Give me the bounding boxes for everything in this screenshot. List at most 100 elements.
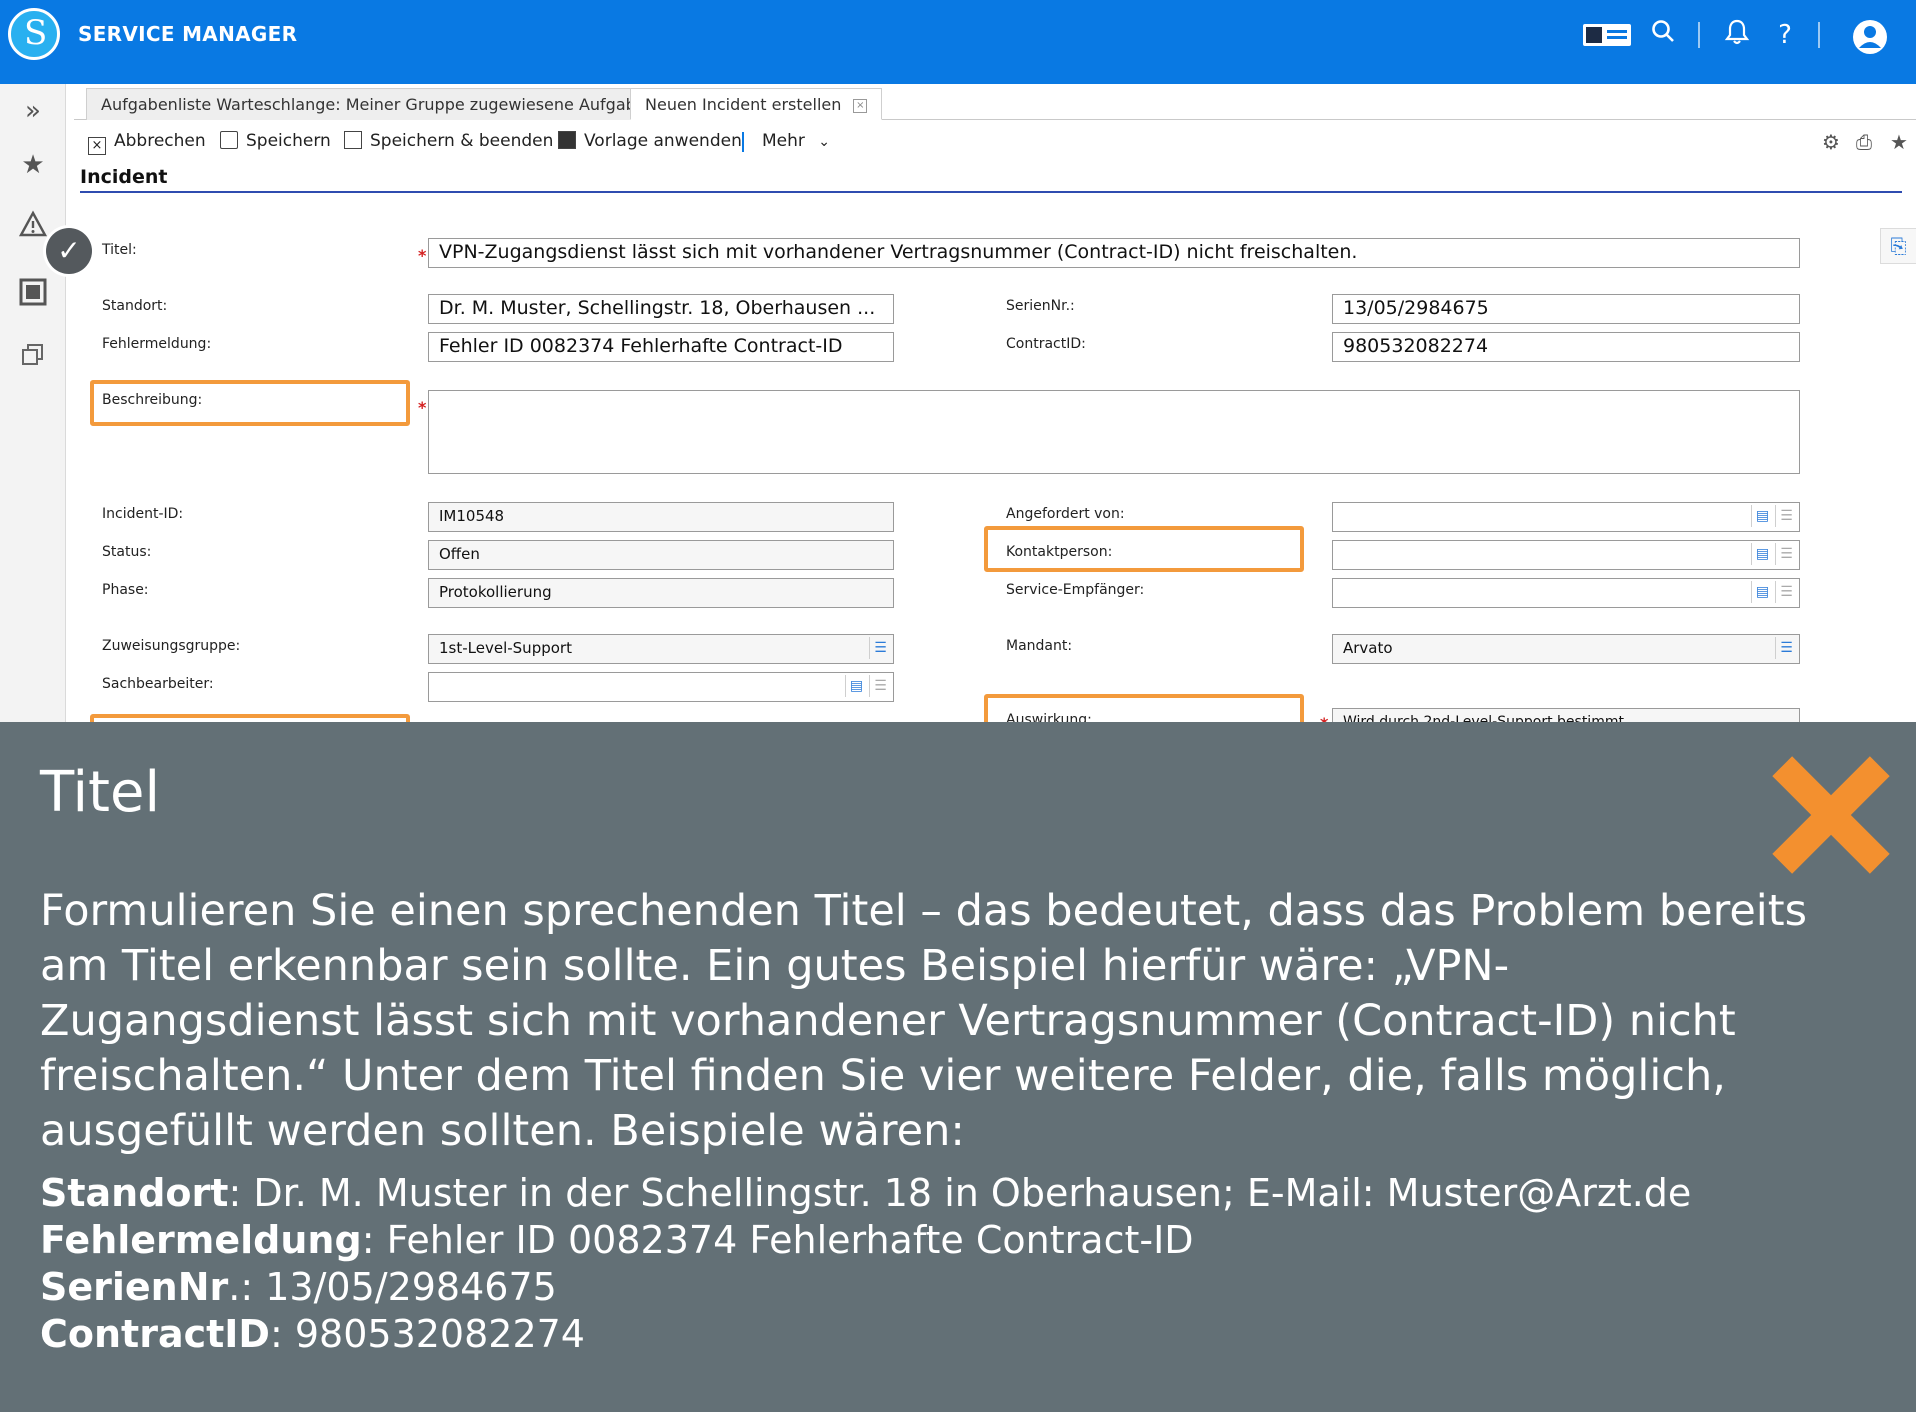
- title-field[interactable]: VPN-Zugangsdienst lässt sich mit vorhand…: [428, 238, 1800, 268]
- status-field: Offen: [428, 540, 894, 570]
- search-document-icon[interactable]: ⎘: [1880, 228, 1916, 264]
- detail-line-location: Standort: Dr. M. Muster in der Schelling…: [40, 1170, 1691, 1217]
- tenant-field[interactable]: Arvato ☰: [1332, 634, 1800, 664]
- app-logo[interactable]: S: [8, 8, 60, 60]
- incident-id-label: Incident-ID:: [102, 506, 184, 522]
- contact-field[interactable]: ▤ ☰: [1332, 540, 1800, 570]
- print-icon[interactable]: ⎙: [1856, 130, 1872, 154]
- tenant-value: Arvato: [1343, 639, 1393, 657]
- detail-key: Standort: [40, 1171, 229, 1215]
- cancel-label: Abbrechen: [114, 131, 206, 151]
- assignee-label: Sachbearbeiter:: [102, 676, 214, 692]
- expand-icon[interactable]: »: [18, 96, 48, 126]
- lookup-icon[interactable]: ▤: [845, 675, 867, 697]
- template-icon: [558, 131, 576, 149]
- overlay-body: Formulieren Sie einen sprechenden Titel …: [40, 886, 1808, 1156]
- save-icon: [220, 131, 238, 149]
- template-label: Vorlage anwenden: [584, 131, 742, 151]
- user-icon[interactable]: [1850, 18, 1890, 65]
- list-icon[interactable]: ☰: [869, 675, 891, 697]
- tenant-label: Mandant:: [1006, 638, 1073, 654]
- detail-separator: :: [228, 1171, 254, 1215]
- save-button[interactable]: Speichern: [220, 128, 331, 154]
- warning-icon[interactable]: [18, 210, 48, 240]
- close-tab-icon[interactable]: ×: [853, 98, 868, 113]
- phase-field: Protokollierung: [428, 578, 894, 608]
- copy-icon[interactable]: [18, 342, 48, 372]
- chevron-down-icon: ⌄: [818, 134, 831, 150]
- recipient-field[interactable]: ▤ ☰: [1332, 578, 1800, 608]
- save-close-button[interactable]: Speichern & beenden: [344, 128, 553, 154]
- app-title: SERVICE MANAGER: [78, 22, 298, 46]
- close-icon[interactable]: [1768, 752, 1894, 878]
- toolbar: × Abbrechen Speichern Speichern & beenden…: [74, 122, 1916, 160]
- detail-separator: :: [269, 1312, 295, 1356]
- detail-line-serial: SerienNr.: 13/05/2984675: [40, 1264, 1691, 1311]
- more-label: Mehr: [762, 131, 805, 151]
- incident-id-field: IM10548: [428, 502, 894, 532]
- tab-new-incident[interactable]: Neuen Incident erstellen ×: [630, 88, 883, 120]
- save-close-icon: [344, 131, 362, 149]
- description-label: Beschreibung:: [102, 392, 203, 408]
- list-icon[interactable]: ☰: [1775, 543, 1797, 565]
- overlay-details: Standort: Dr. M. Muster in der Schelling…: [40, 1170, 1691, 1358]
- location-field[interactable]: Dr. M. Muster, Schellingstr. 18, Oberhau…: [428, 294, 894, 324]
- left-rail: » ★: [0, 84, 66, 724]
- save-close-label: Speichern & beenden: [370, 131, 554, 151]
- status-label: Status:: [102, 544, 152, 560]
- phase-label: Phase:: [102, 582, 149, 598]
- id-card-icon[interactable]: [1582, 22, 1632, 56]
- detail-key: SerienNr: [40, 1265, 229, 1309]
- error-field[interactable]: Fehler ID 0082374 Fehlerhafte Contract-I…: [428, 332, 894, 362]
- favorite-icon[interactable]: ★: [1890, 130, 1908, 154]
- frame-icon[interactable]: [18, 278, 48, 308]
- serial-field[interactable]: 13/05/2984675: [1332, 294, 1800, 324]
- contract-field[interactable]: 980532082274: [1332, 332, 1800, 362]
- lookup-icon[interactable]: ▤: [1751, 581, 1773, 603]
- cancel-icon: ×: [88, 137, 106, 155]
- detail-line-contract: ContractID: 980532082274: [40, 1311, 1691, 1358]
- description-field[interactable]: [428, 390, 1800, 474]
- logo-glyph: S: [24, 13, 48, 53]
- location-label: Standort:: [102, 298, 168, 314]
- detail-line-error: Fehlermeldung: Fehler ID 0082374 Fehlerh…: [40, 1217, 1691, 1264]
- help-icon[interactable]: ?: [1770, 18, 1800, 52]
- requested-by-label: Angefordert von:: [1006, 506, 1125, 522]
- tab-label: Neuen Incident erstellen: [645, 95, 842, 114]
- detail-separator: .:: [228, 1265, 266, 1309]
- group-label: Zuweisungsgruppe:: [102, 638, 241, 654]
- filter-icon[interactable]: ⚙: [1822, 130, 1840, 154]
- list-icon[interactable]: ☰: [1775, 505, 1797, 527]
- detail-key: ContractID: [40, 1312, 270, 1356]
- requested-by-field[interactable]: ▤ ☰: [1332, 502, 1800, 532]
- more-button[interactable]: Mehr ⌄: [762, 128, 830, 154]
- list-icon[interactable]: ☰: [869, 637, 891, 659]
- group-field[interactable]: 1st-Level-Support ☰: [428, 634, 894, 664]
- tab-task-list[interactable]: Aufgabenliste Warteschlange: Meiner Grup…: [86, 88, 671, 120]
- title-label: Titel:: [102, 242, 137, 258]
- search-icon[interactable]: [1648, 18, 1678, 53]
- error-label: Fehlermeldung:: [102, 336, 212, 352]
- cancel-button[interactable]: × Abbrechen: [88, 128, 206, 155]
- check-icon[interactable]: ✓: [46, 228, 92, 274]
- lookup-icon[interactable]: ▤: [1751, 543, 1773, 565]
- tab-bar: Aufgabenliste Warteschlange: Meiner Grup…: [74, 88, 1916, 120]
- toolbar-separator: [742, 132, 744, 152]
- detail-value: Fehler ID 0082374 Fehlerhafte Contract-I…: [386, 1218, 1194, 1262]
- assignee-field[interactable]: ▤ ☰: [428, 672, 894, 702]
- list-icon[interactable]: ☰: [1775, 637, 1797, 659]
- recipient-label: Service-Empfänger:: [1006, 582, 1145, 598]
- detail-key: Fehlermeldung: [40, 1218, 362, 1262]
- apply-template-button[interactable]: Vorlage anwenden: [558, 128, 742, 154]
- bell-icon[interactable]: [1722, 18, 1752, 55]
- lookup-icon[interactable]: ▤: [1751, 505, 1773, 527]
- overlay-title: Titel: [40, 760, 161, 825]
- list-icon[interactable]: ☰: [1775, 581, 1797, 603]
- star-icon[interactable]: ★: [18, 150, 48, 180]
- contact-label: Kontaktperson:: [1006, 544, 1113, 560]
- required-marker: *: [418, 246, 427, 265]
- section-title: Incident: [80, 166, 168, 188]
- app-header: S SERVICE MANAGER ?: [0, 0, 1916, 84]
- header-separator: [1698, 22, 1700, 48]
- detail-value: 13/05/2984675: [265, 1265, 557, 1309]
